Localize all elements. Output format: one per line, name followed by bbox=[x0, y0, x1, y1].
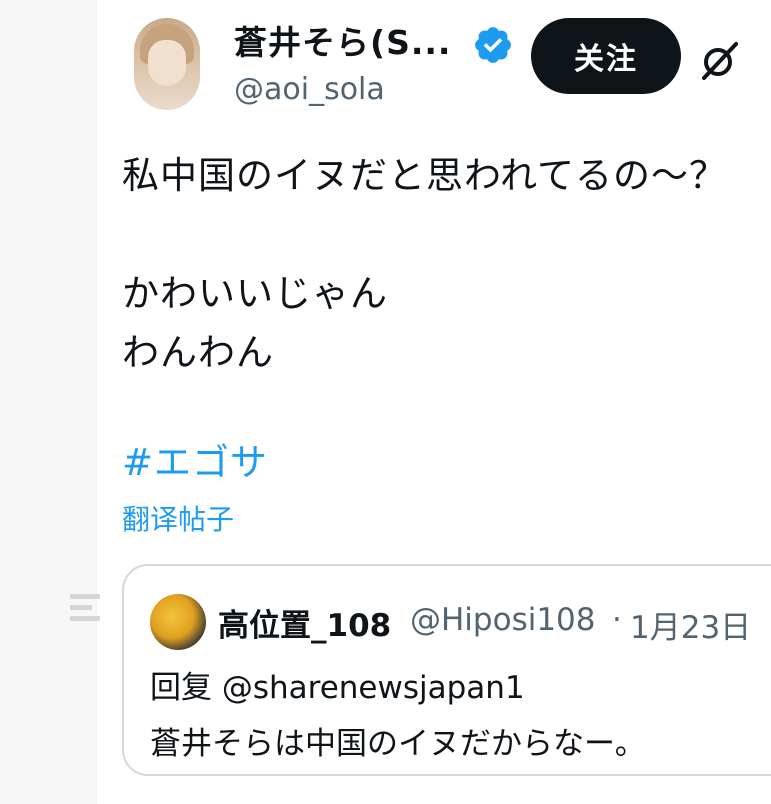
left-rail bbox=[0, 0, 100, 804]
follow-button[interactable]: 关注 bbox=[531, 18, 681, 94]
translate-post-link[interactable]: 翻译帖子 bbox=[122, 498, 234, 538]
quoted-post-date[interactable]: 1月23日 bbox=[630, 602, 751, 647]
quoted-author-handle[interactable]: @Hiposi108 bbox=[410, 602, 596, 638]
post-text: 私中国のイヌだと思われてるの～？ かわいいじゃん わんわん bbox=[122, 154, 728, 374]
quoted-author-avatar[interactable] bbox=[150, 594, 206, 650]
quoted-reply-to[interactable]: 回复 @sharenewsjapan1 bbox=[150, 662, 525, 707]
author-handle[interactable]: @aoi_sola bbox=[234, 72, 385, 107]
author-avatar[interactable] bbox=[134, 18, 200, 110]
separator-dot: · bbox=[612, 602, 622, 638]
grok-icon[interactable] bbox=[698, 38, 742, 82]
hashtag-link[interactable]: #エゴサ bbox=[122, 432, 268, 486]
verified-badge-icon bbox=[475, 27, 511, 63]
quoted-post-text: 蒼井そらは中国のイヌだからなー。 bbox=[150, 726, 646, 762]
faint-menu-icon bbox=[70, 594, 104, 634]
author-display-name[interactable]: 蒼井そら(S... bbox=[234, 16, 451, 64]
quoted-author-name[interactable]: 高位置_108 bbox=[218, 600, 391, 645]
